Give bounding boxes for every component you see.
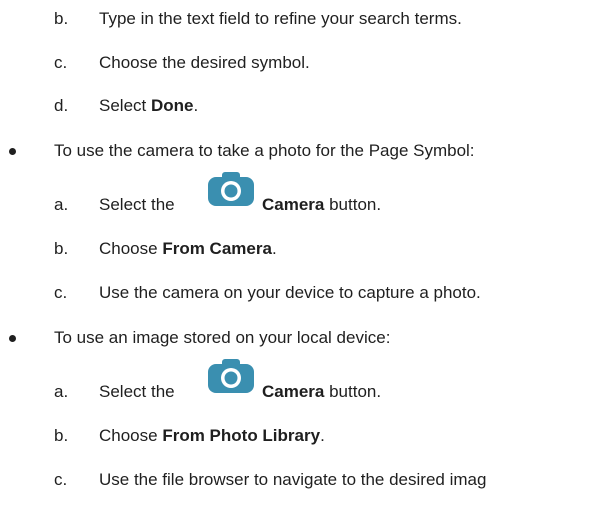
- step-text: Use the file browser to navigate to the …: [99, 470, 487, 489]
- step-letter: c.: [54, 470, 68, 489]
- step-b-a: a. Select the Camera button.: [0, 194, 616, 216]
- camera-icon: [208, 172, 254, 206]
- from-photo-library-label: From Photo Library: [162, 426, 321, 445]
- bullet-text: To use an image stored on your local dev…: [54, 328, 391, 347]
- camera-icon: [208, 359, 254, 393]
- step-text-post: .: [193, 96, 199, 115]
- step-a-b: b. Type in the text field to refine your…: [0, 8, 616, 30]
- camera-label: Camera: [262, 382, 325, 401]
- from-camera-label: From Camera: [162, 239, 272, 258]
- done-label: Done: [150, 96, 194, 115]
- step-text-pre: Select the: [99, 195, 175, 214]
- step-letter: b.: [54, 239, 69, 258]
- step-c-a: a. Select the Camera button.: [0, 381, 616, 403]
- step-text-post: button.: [324, 382, 382, 401]
- step-text: Choose From Camera.: [99, 238, 277, 260]
- step-text: Choose the desired symbol.: [99, 53, 310, 72]
- step-letter: c.: [54, 53, 68, 72]
- step-c-c: c. Use the file browser to navigate to t…: [0, 469, 616, 491]
- step-letter: c.: [54, 283, 68, 302]
- step-text-bold: Camera button.: [262, 381, 381, 403]
- camera-label: Camera: [262, 195, 325, 214]
- bullet-icon: [9, 335, 16, 342]
- step-a-d: d. Select Done.: [0, 95, 616, 117]
- step-letter: d.: [54, 96, 69, 115]
- bullet-text: To use the camera to take a photo for th…: [54, 141, 475, 160]
- step-text-pre: Choose: [99, 426, 163, 445]
- bullet-local-image: To use an image stored on your local dev…: [0, 327, 616, 349]
- step-letter: b.: [54, 9, 69, 28]
- step-text-pre: Select: [99, 96, 151, 115]
- step-text-post: .: [271, 239, 277, 258]
- step-text-pre: Select the: [99, 382, 175, 401]
- step-text: Select Done.: [99, 95, 198, 117]
- step-letter: b.: [54, 426, 69, 445]
- step-letter: a.: [54, 195, 69, 214]
- step-text: Use the camera on your device to capture…: [99, 283, 481, 302]
- step-letter: a.: [54, 382, 69, 401]
- step-b-b: b. Choose From Camera.: [0, 238, 616, 260]
- step-text: Type in the text field to refine your se…: [99, 9, 462, 28]
- step-text-pre: Choose: [99, 239, 163, 258]
- step-text-post: button.: [324, 195, 382, 214]
- step-text-post: .: [320, 426, 325, 445]
- step-text: Choose From Photo Library.: [99, 425, 325, 447]
- bullet-camera-photo: To use the camera to take a photo for th…: [0, 140, 616, 162]
- step-text-bold: Camera button.: [262, 194, 381, 216]
- step-a-c: c. Choose the desired symbol.: [0, 52, 616, 74]
- step-c-b: b. Choose From Photo Library.: [0, 425, 616, 447]
- step-b-c: c. Use the camera on your device to capt…: [0, 282, 616, 304]
- bullet-icon: [9, 148, 16, 155]
